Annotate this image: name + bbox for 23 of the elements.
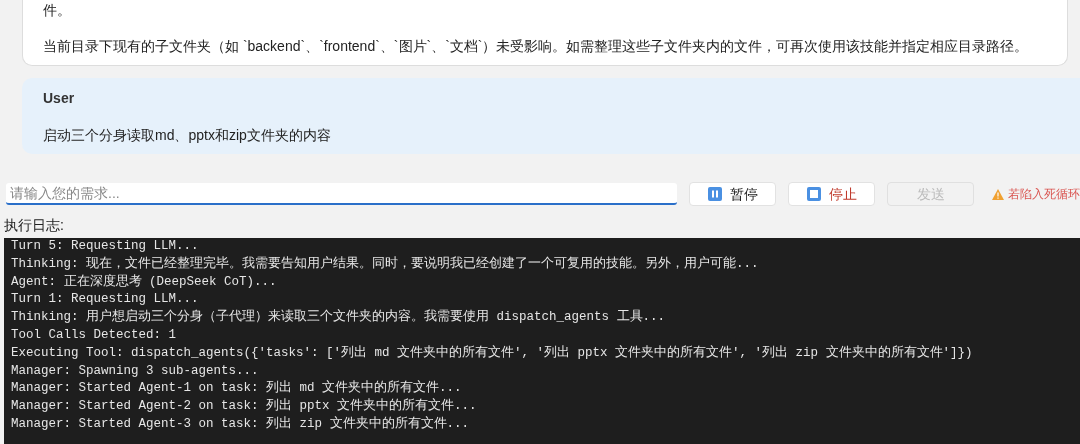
log-line: Turn 5: Requesting LLM... [11, 238, 199, 255]
pause-button[interactable]: 暂停 [689, 182, 776, 206]
log-line: Manager: Spawning 3 sub-agents... [11, 362, 259, 380]
pause-icon [707, 187, 722, 201]
log-line: Manager: Started Agent-2 on task: 列出 pptx 文件夹中的所有文件... [11, 398, 477, 416]
log-line: Tool Calls Detected: 1 [11, 327, 177, 344]
log-line: Turn 1: Requesting LLM... [11, 291, 199, 309]
message-text: 启动三个分身读取md、pptx和zip文件夹的内容 [43, 126, 332, 145]
message-role: User [43, 89, 76, 108]
message-paragraph: 件。 [43, 1, 72, 20]
log-line: Executing Tool: dispatch_agents({'tasks': ['列出 md 文件夹中的所有文件', '列出 pptx 文件夹中的所有文件', '列出 zip 文件夹中的所有文件']}) [11, 344, 973, 362]
request-input[interactable]: 请输入您的需求... [6, 183, 677, 205]
log-line: Thinking: 现在，文件已经整理完毕。我需要告知用户结果。同时，要说明我已经创建了一个可复用的技能。另外，用户可能... [11, 255, 759, 273]
log-line: Manager: Started Agent-1 on task: 列出 md 文件夹中的所有文件... [11, 380, 462, 398]
warning-icon [992, 188, 1004, 200]
warning-text: 若陷入死循环 [1008, 186, 1080, 203]
stop-icon [806, 187, 821, 201]
log-line: Manager: Started Agent-3 on task: 列出 zip 文件夹中的所有文件... [11, 415, 470, 433]
message-paragraph: 当前目录下现有的子文件夹（如 `backend`、`frontend`、`图片`、`文档`）未受影响。如需整理这些子文件夹内的文件，可再次使用该技能并指定相应目录路径。 [43, 37, 1030, 56]
log-line: Agent: 正在深度思考 (DeepSeek CoT)... [11, 273, 277, 291]
stop-button[interactable]: 停止 [788, 182, 875, 206]
log-line: Thinking: 用户想启动三个分身（子代理）来读取三个文件夹的内容。我需要使用 dispatch_agents 工具... [11, 309, 666, 327]
log-label: 执行日志: [4, 216, 64, 234]
